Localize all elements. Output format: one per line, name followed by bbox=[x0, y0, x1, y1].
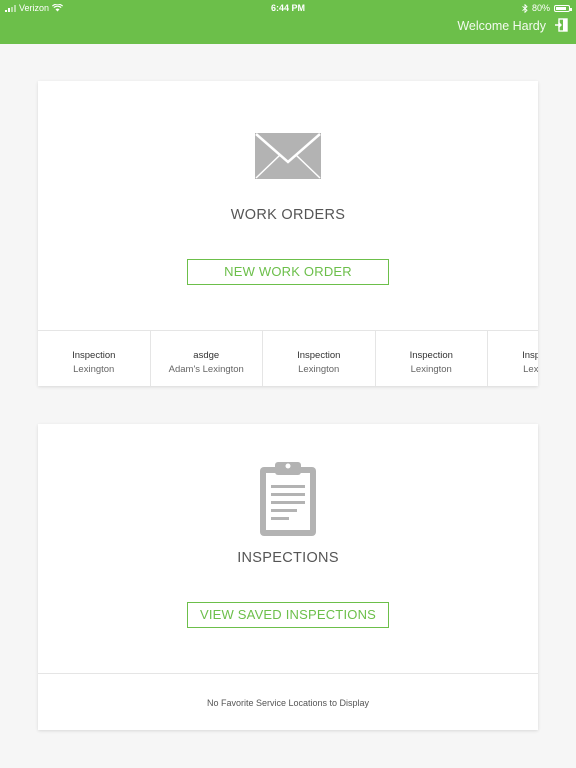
mail-icon bbox=[255, 133, 321, 179]
recent-work-order-item[interactable]: Inspection Lexington bbox=[488, 331, 538, 386]
recent-work-order-item[interactable]: asdge Adam's Lexington bbox=[151, 331, 263, 386]
recent-item-location: Lexington bbox=[523, 364, 538, 375]
bluetooth-icon bbox=[522, 3, 528, 13]
status-right: 80% bbox=[522, 3, 572, 13]
favorite-locations-empty: No Favorite Service Locations to Display bbox=[38, 673, 538, 730]
recent-item-title: Inspection bbox=[72, 350, 116, 361]
recent-item-location: Lexington bbox=[73, 364, 115, 375]
welcome-text: Welcome Hardy bbox=[457, 19, 546, 33]
view-saved-inspections-button[interactable]: VIEW SAVED INSPECTIONS bbox=[187, 602, 389, 628]
recent-item-location: Lexington bbox=[298, 364, 340, 375]
new-work-order-button[interactable]: NEW WORK ORDER bbox=[187, 259, 389, 285]
work-orders-title: WORK ORDERS bbox=[230, 207, 346, 223]
status-time: 6:44 PM bbox=[270, 3, 305, 13]
battery-percent: 80% bbox=[531, 3, 550, 13]
logout-icon[interactable] bbox=[554, 18, 568, 32]
inspections-card: INSPECTIONS VIEW SAVED INSPECTIONS No Fa… bbox=[38, 424, 538, 730]
recent-item-title: Inspection bbox=[297, 350, 341, 361]
recent-item-title: asdge bbox=[193, 350, 220, 361]
recent-item-location: Lexington bbox=[410, 364, 452, 375]
inspections-title: INSPECTIONS bbox=[237, 550, 339, 566]
recent-work-order-item[interactable]: Inspection Lexington bbox=[38, 331, 151, 386]
recent-item-location: Adam's Lexington bbox=[168, 364, 244, 375]
status-bar: Verizon 6:44 PM 80% bbox=[0, 0, 576, 16]
empty-state-text: No Favorite Service Locations to Display bbox=[206, 698, 370, 708]
recent-item-title: Inspection bbox=[522, 350, 538, 361]
clipboard-icon bbox=[260, 462, 316, 536]
recent-work-order-item[interactable]: Inspection Lexington bbox=[376, 331, 488, 386]
recent-work-order-item[interactable]: Inspection Lexington bbox=[263, 331, 376, 386]
recent-work-orders: Inspection Lexington asdge Adam's Lexing… bbox=[38, 330, 538, 386]
work-orders-card: WORK ORDERS NEW WORK ORDER Inspection Le… bbox=[38, 81, 538, 386]
recent-item-title: Inspection bbox=[409, 350, 453, 361]
app-header: Verizon 6:44 PM 80% Welcome Hardy bbox=[0, 0, 576, 44]
battery-icon bbox=[554, 4, 572, 12]
